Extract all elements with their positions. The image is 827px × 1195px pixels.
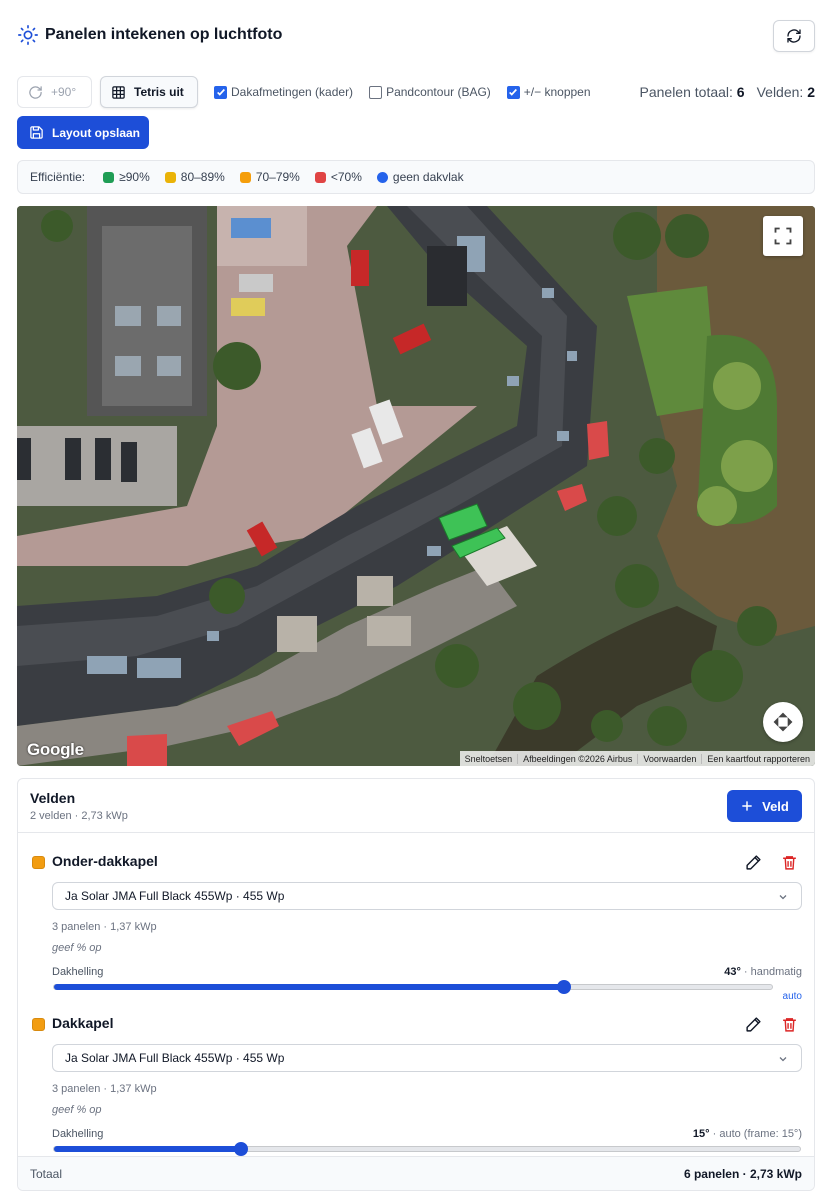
edit-field-button[interactable] (742, 851, 764, 873)
checkbox-dakafmetingen[interactable]: Dakafmetingen (kader) (214, 85, 353, 99)
terms-link[interactable]: Voorwaarden (637, 753, 701, 764)
panel-type-select[interactable]: Ja Solar JMA Full Black 455Wp · 455 Wp (52, 1044, 802, 1072)
panel-type-select[interactable]: Ja Solar JMA Full Black 455Wp · 455 Wp (52, 882, 802, 910)
total-value: 6 panelen · 2,73 kWp (683, 1166, 802, 1181)
checkbox-pandcontour-box[interactable] (369, 85, 383, 99)
edit-field-button[interactable] (742, 1013, 764, 1035)
slope-slider-thumb[interactable] (556, 980, 571, 994)
field-item: Dakkapel Ja Solar JMA Full Black 455Wp ·… (18, 1001, 814, 1156)
slope-slider-fill (54, 984, 564, 990)
slope-value: 15° · auto (frame: 15°) (692, 1128, 802, 1140)
legend-item-80-89: 80–89% (164, 170, 225, 184)
rotate-label: +90° (51, 85, 77, 99)
total-label: Totaal (30, 1166, 63, 1181)
slope-slider[interactable] (53, 980, 773, 994)
map-pan-control[interactable] (763, 702, 803, 742)
legend-item-90: ≥90% (103, 170, 150, 184)
google-logo: Google (27, 740, 84, 759)
move-icon (773, 712, 793, 732)
map-attribution: Sneltoetsen Afbeeldingen ©2026 Airbus Vo… (459, 751, 815, 766)
checkbox-plusmin-label: +/− knoppen (523, 85, 591, 99)
report-error-link[interactable]: Een kaartfout rapporteren (701, 753, 815, 764)
field-name: Dakkapel (52, 1015, 114, 1031)
sun-icon (18, 25, 38, 45)
legend-item-below-70: <70% (314, 170, 362, 184)
legend-swatch (103, 171, 115, 183)
slope-slider-fill (54, 1146, 241, 1152)
add-field-label: Veld (762, 798, 789, 814)
field-color-swatch (32, 856, 45, 869)
delete-field-button[interactable] (778, 851, 800, 873)
legend-label: Efficiëntie: (30, 170, 86, 184)
check-icon (509, 88, 518, 96)
save-layout-label: Layout opslaan (52, 125, 141, 140)
fields-total-footer: Totaal 6 panelen · 2,73 kWp (18, 1156, 814, 1190)
totals-summary: Panelen totaal: 6 Velden: 2 (640, 84, 816, 100)
slope-label: Dakhelling (52, 966, 104, 978)
panels-total: Panelen totaal: 6 (639, 84, 745, 100)
slope-slider-thumb[interactable] (233, 1142, 248, 1156)
page-title: Panelen intekenen op luchtfoto (45, 26, 283, 43)
page-header: Panelen intekenen op luchtfoto (17, 18, 815, 52)
checkbox-dakafmetingen-box[interactable] (214, 85, 227, 99)
fields-subtitle: 2 velden · 2,73 kWp (30, 810, 128, 822)
tetris-label: Tetris uit (134, 85, 184, 99)
legend-swatch (376, 171, 388, 183)
refresh-button[interactable] (773, 20, 815, 52)
field-name: Onder-dakkapel (52, 853, 158, 869)
fields-title: Velden (30, 790, 76, 806)
field-hint[interactable]: geef % op (52, 1104, 102, 1116)
panel-type-value: Ja Solar JMA Full Black 455Wp · 455 Wp (65, 889, 285, 903)
legend-item-70-79: 70–79% (239, 170, 300, 184)
plus-icon (742, 801, 752, 811)
checkbox-pandcontour-label: Pandcontour (BAG) (386, 85, 491, 99)
legend-swatch (239, 171, 251, 183)
save-icon (30, 126, 43, 139)
fields-card: Velden 2 velden · 2,73 kWp Veld Onder-da… (17, 778, 815, 1191)
check-icon (216, 88, 225, 96)
imagery-credit: Afbeeldingen ©2026 Airbus (517, 753, 637, 764)
chevron-down-icon (779, 1057, 787, 1062)
trash-icon (782, 855, 796, 870)
legend-swatch (314, 171, 326, 183)
field-meta: 3 panelen · 1,37 kWp (52, 921, 157, 933)
panel-type-value: Ja Solar JMA Full Black 455Wp · 455 Wp (65, 1051, 285, 1065)
fullscreen-button[interactable] (763, 216, 803, 256)
fields-card-header: Velden 2 velden · 2,73 kWp Veld (18, 779, 814, 833)
efficiency-legend: Efficiëntie: ≥90% 80–89% 70–79% <70% gee… (17, 160, 815, 194)
trash-icon (782, 1017, 796, 1032)
grid-icon (112, 85, 125, 99)
field-meta: 3 panelen · 1,37 kWp (52, 1083, 157, 1095)
legend-swatch (164, 171, 176, 183)
rotate-button[interactable]: +90° (17, 76, 92, 108)
slope-slider[interactable] (53, 1142, 801, 1156)
legend-item-geen-dakvlak: geen dakvlak (376, 170, 464, 184)
chevron-down-icon (779, 895, 787, 900)
slope-label: Dakhelling (52, 1128, 104, 1140)
field-item: Onder-dakkapel Ja Solar JMA Full Black 4… (18, 839, 814, 1002)
fields-total: Velden: 2 (756, 84, 815, 100)
pencil-icon (745, 1016, 761, 1032)
field-hint[interactable]: geef % op (52, 942, 102, 954)
delete-field-button[interactable] (778, 1013, 800, 1035)
save-layout-button[interactable]: Layout opslaan (17, 116, 149, 149)
slope-value: 43° · handmatig (724, 966, 802, 978)
checkbox-pandcontour[interactable]: Pandcontour (BAG) (369, 85, 491, 99)
checkbox-plusmin-knoppen[interactable]: +/− knoppen (506, 85, 591, 99)
tetris-toggle-button[interactable]: Tetris uit (100, 76, 198, 108)
aerial-photo[interactable] (17, 206, 815, 766)
checkbox-dakafmetingen-label: Dakafmetingen (kader) (231, 85, 354, 99)
field-color-swatch (32, 1018, 45, 1031)
pencil-icon (745, 854, 761, 870)
fullscreen-icon (774, 227, 792, 245)
refresh-icon (787, 29, 801, 43)
checkbox-plusmin-box[interactable] (506, 85, 520, 99)
add-field-button[interactable]: Veld (727, 790, 802, 822)
aerial-map[interactable]: Google Sneltoetsen Afbeeldingen ©2026 Ai… (17, 206, 815, 766)
rotate-icon (29, 85, 42, 99)
keyboard-shortcuts-link[interactable]: Sneltoetsen (460, 754, 518, 764)
toolbar: +90° Tetris uit Dakafmetingen (kader) Pa… (17, 76, 815, 108)
